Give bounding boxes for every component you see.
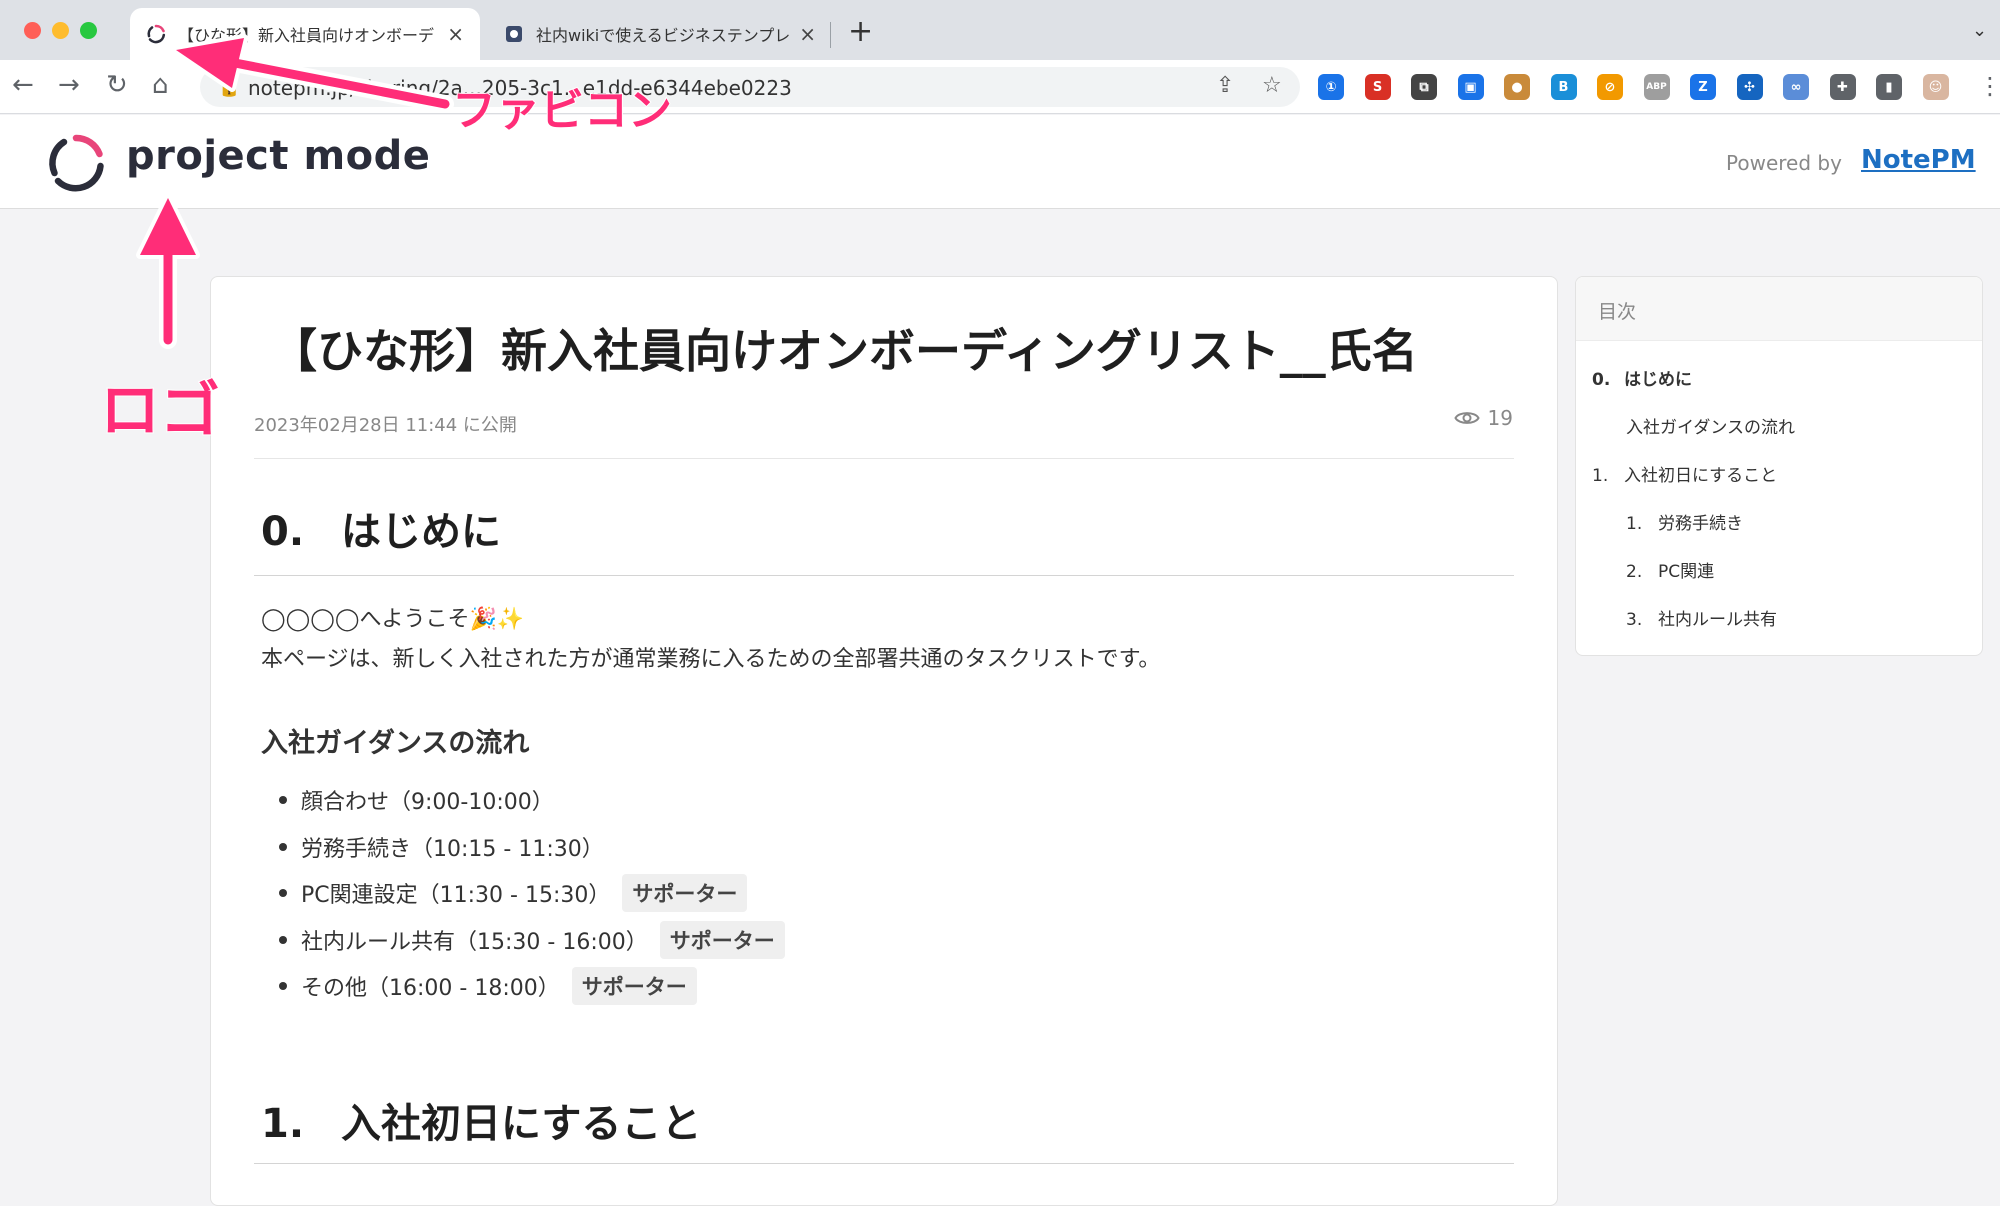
logo-annotation-label: ロゴ	[99, 375, 221, 447]
favicon-annotation-label: ファビコン	[451, 84, 673, 137]
annotation-arrows	[136, 34, 454, 349]
